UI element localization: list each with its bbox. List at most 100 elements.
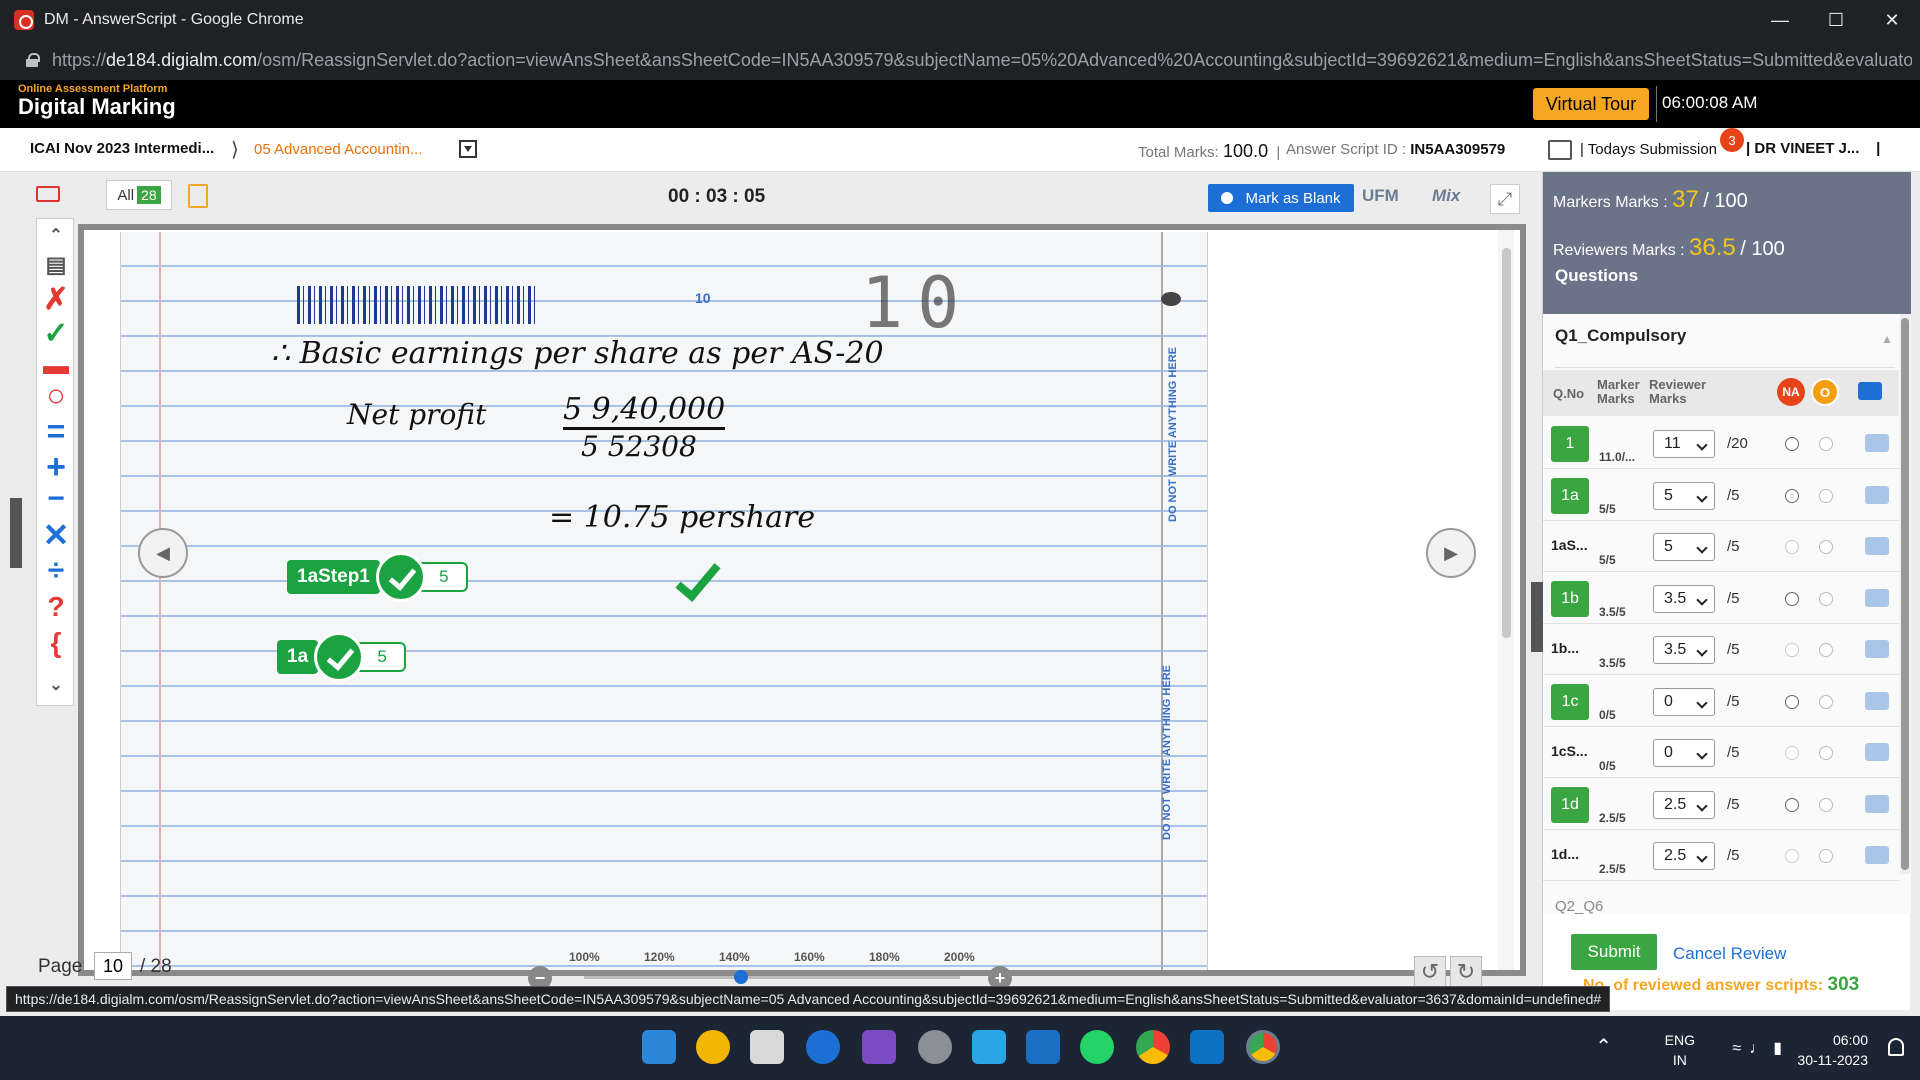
- question-number[interactable]: 1cS...: [1551, 743, 1588, 759]
- comment-icon[interactable]: [1858, 382, 1882, 400]
- circle-tool-icon[interactable]: ○: [40, 377, 72, 413]
- o-radio[interactable]: [1819, 849, 1833, 863]
- scrollbar-thumb[interactable]: [1502, 248, 1511, 638]
- page-scrollbar[interactable]: [1498, 230, 1514, 970]
- breadcrumb-exam[interactable]: ICAI Nov 2023 Intermedi...: [30, 140, 214, 157]
- rotate-left-icon[interactable]: ↺: [1414, 956, 1446, 988]
- na-radio[interactable]: [1785, 540, 1799, 554]
- na-radio[interactable]: [1785, 849, 1799, 863]
- reviewer-marks-select[interactable]: 3.5: [1653, 636, 1715, 664]
- virtual-tour-button[interactable]: Virtual Tour: [1533, 88, 1649, 120]
- widget-icon[interactable]: [696, 1030, 730, 1064]
- na-radio[interactable]: [1785, 643, 1799, 657]
- lock-icon[interactable]: [26, 53, 40, 67]
- o-radio[interactable]: [1819, 797, 1833, 812]
- o-radio[interactable]: [1819, 488, 1833, 503]
- submission-icon[interactable]: [1548, 140, 1572, 160]
- left-collapse-handle[interactable]: [10, 498, 22, 568]
- dropdown-icon[interactable]: [459, 140, 477, 158]
- network-volume-battery-icon[interactable]: ≈♩▮: [1732, 1038, 1790, 1058]
- comment-icon[interactable]: [1865, 743, 1889, 761]
- page-number-input[interactable]: [94, 952, 132, 980]
- close-window-icon[interactable]: ✕: [1864, 0, 1920, 40]
- zoom-slider-thumb[interactable]: [734, 970, 748, 984]
- question-number[interactable]: 1b: [1551, 580, 1589, 617]
- zoom-level-label[interactable]: 100%: [569, 950, 600, 964]
- reviewer-marks-select[interactable]: 5: [1653, 481, 1715, 510]
- question-row[interactable]: 1cS... 0/5 0/5: [1543, 727, 1899, 778]
- panel-scrollbar[interactable]: [1900, 314, 1910, 874]
- next-page-button[interactable]: ▶: [1426, 528, 1476, 578]
- question-tool-icon[interactable]: ?: [40, 591, 72, 623]
- divide-tool-icon[interactable]: ÷: [40, 554, 72, 587]
- start-icon[interactable]: [642, 1030, 676, 1064]
- language-indicator[interactable]: ENG IN: [1665, 1030, 1695, 1070]
- question-row[interactable]: 1 11.0/... 11/20: [1543, 418, 1899, 469]
- o-radio[interactable]: [1819, 746, 1833, 760]
- wrong-mark-icon[interactable]: ✗: [40, 283, 72, 316]
- scroll-up-icon[interactable]: ⌃: [40, 219, 72, 251]
- mark-as-blank-button[interactable]: Mark as Blank: [1208, 184, 1354, 212]
- equals-tool-icon[interactable]: =: [40, 413, 72, 449]
- question-row[interactable]: 1aS... 5/5 5/5: [1543, 521, 1899, 572]
- rotate-right-icon[interactable]: ↻: [1450, 956, 1482, 988]
- cancel-review-link[interactable]: Cancel Review: [1673, 944, 1786, 964]
- keyboard-icon[interactable]: [36, 186, 60, 202]
- question-number[interactable]: 1: [1551, 426, 1589, 462]
- remote-desktop-icon[interactable]: [972, 1030, 1006, 1064]
- na-radio[interactable]: [1785, 694, 1799, 709]
- comment-icon[interactable]: [1865, 691, 1889, 710]
- question-row[interactable]: 1b 3.5/5 3.5/5: [1543, 573, 1899, 624]
- clock[interactable]: 06:00 30-11-2023: [1797, 1030, 1868, 1070]
- question-number[interactable]: 1c: [1551, 683, 1589, 720]
- tray-expand-icon[interactable]: ⌃: [1595, 1034, 1612, 1059]
- whatsapp-icon[interactable]: [1080, 1030, 1114, 1064]
- question-row[interactable]: 1d... 2.5/5 2.5/5: [1543, 830, 1899, 881]
- app-icon[interactable]: [806, 1030, 840, 1064]
- question-row[interactable]: 1d 2.5/5 2.5/5: [1543, 779, 1899, 830]
- snipping-tool-icon[interactable]: [750, 1030, 784, 1064]
- o-radio[interactable]: [1819, 643, 1833, 657]
- notes-icon[interactable]: ▤: [40, 249, 72, 281]
- na-radio[interactable]: [1785, 591, 1799, 606]
- reviewer-marks-select[interactable]: 11: [1653, 430, 1715, 458]
- question-annotation[interactable]: 1a 5: [277, 632, 407, 682]
- zoom-level-label[interactable]: 180%: [869, 950, 900, 964]
- question-number[interactable]: 1d...: [1551, 846, 1579, 862]
- na-radio[interactable]: [1785, 437, 1799, 451]
- comment-icon[interactable]: [1865, 588, 1889, 607]
- reviewer-marks-select[interactable]: 3.5: [1653, 584, 1715, 613]
- zoom-level-label[interactable]: 120%: [644, 950, 675, 964]
- submit-button[interactable]: Submit: [1571, 934, 1657, 970]
- prev-page-button[interactable]: ◀: [138, 528, 188, 578]
- maximize-icon[interactable]: ☐: [1808, 0, 1864, 40]
- na-radio[interactable]: [1785, 746, 1799, 760]
- reviewer-marks-select[interactable]: 5: [1653, 533, 1715, 561]
- comment-icon[interactable]: [1865, 485, 1889, 504]
- right-mark-icon[interactable]: ✓: [40, 317, 72, 350]
- mix-button[interactable]: Mix: [1432, 186, 1460, 206]
- o-badge[interactable]: O: [1811, 378, 1839, 406]
- question-row[interactable]: 1a 5/5 5/5: [1543, 470, 1899, 521]
- chrome-active-icon[interactable]: [1246, 1030, 1280, 1064]
- reviewer-marks-select[interactable]: 2.5: [1653, 842, 1715, 870]
- na-radio[interactable]: [1785, 797, 1799, 812]
- minus-tool-icon[interactable]: −: [40, 482, 72, 515]
- vscode-icon[interactable]: [1190, 1030, 1224, 1064]
- o-radio[interactable]: [1819, 437, 1833, 451]
- chrome-icon[interactable]: [1136, 1030, 1170, 1064]
- o-radio[interactable]: [1819, 694, 1833, 709]
- question-number[interactable]: 1a: [1551, 477, 1589, 514]
- panel-collapse-handle[interactable]: [1531, 582, 1543, 652]
- brace-tool-icon[interactable]: {: [40, 627, 72, 659]
- todays-submission-link[interactable]: | Todays Submission: [1580, 141, 1717, 158]
- media-icon[interactable]: [862, 1030, 896, 1064]
- reviewer-marks-select[interactable]: 2.5: [1653, 790, 1715, 819]
- comment-icon[interactable]: [1865, 537, 1889, 555]
- notification-bell-icon[interactable]: [1888, 1038, 1904, 1056]
- o-radio[interactable]: [1819, 591, 1833, 606]
- question-number[interactable]: 1d: [1551, 786, 1589, 823]
- question-number[interactable]: 1b...: [1551, 640, 1579, 656]
- zoom-slider-track[interactable]: [584, 976, 960, 979]
- question-number[interactable]: 1aS...: [1551, 537, 1588, 553]
